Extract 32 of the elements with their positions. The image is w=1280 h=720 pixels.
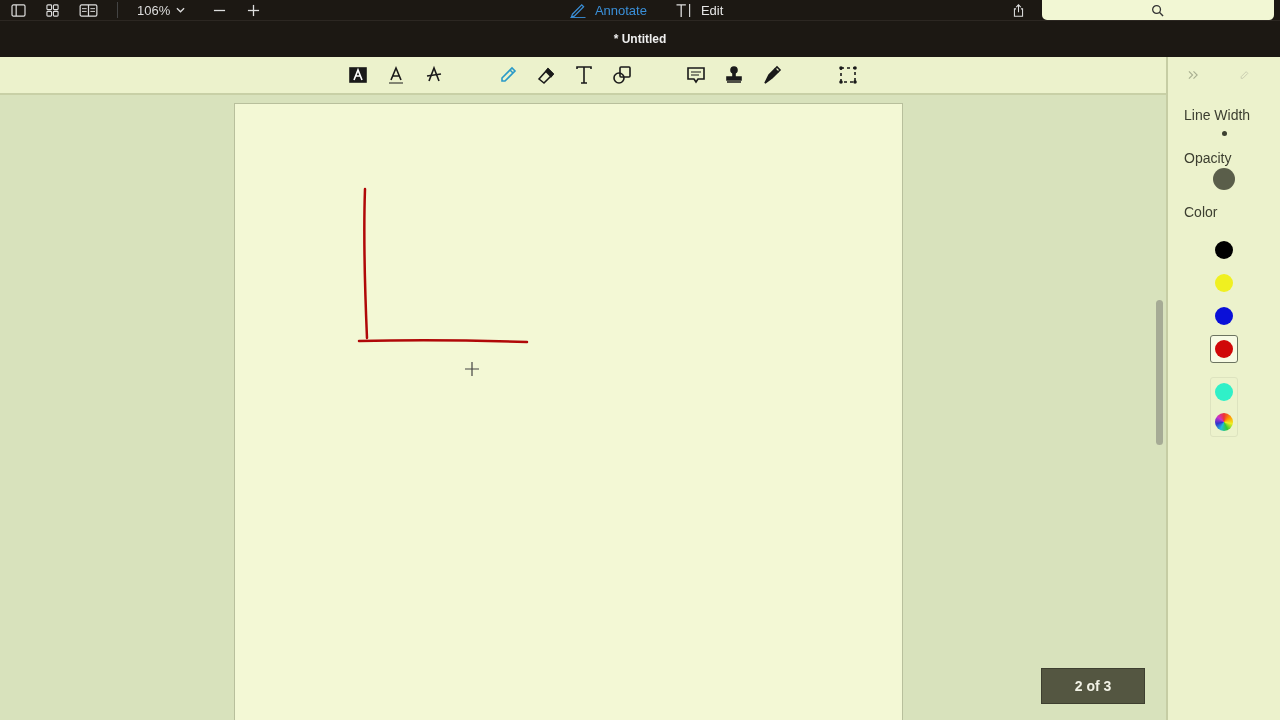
share-icon[interactable] bbox=[1011, 3, 1026, 17]
grid-icon[interactable] bbox=[45, 3, 60, 17]
pen-tool[interactable] bbox=[761, 64, 783, 86]
text-tool[interactable] bbox=[573, 64, 595, 86]
line-width-label: Line Width bbox=[1184, 107, 1252, 123]
note-tool[interactable] bbox=[685, 64, 707, 86]
color-swatch[interactable] bbox=[1210, 335, 1238, 363]
highlight-tool[interactable] bbox=[347, 64, 369, 86]
line-width-dot[interactable] bbox=[1221, 131, 1227, 136]
sidebar-icon[interactable] bbox=[11, 3, 26, 17]
book-icon[interactable] bbox=[79, 3, 98, 17]
search-field[interactable] bbox=[1042, 0, 1274, 20]
search-icon bbox=[1151, 3, 1165, 17]
color-dot[interactable] bbox=[1215, 383, 1233, 401]
pen-icon bbox=[568, 2, 587, 18]
select-tool[interactable] bbox=[837, 64, 859, 86]
zoom-dropdown[interactable]: 106% bbox=[137, 2, 186, 18]
stamp-tool[interactable] bbox=[723, 64, 745, 86]
chevron-icon bbox=[176, 7, 186, 13]
mode-tab[interactable]: Edit bbox=[670, 2, 728, 18]
opacity-dot[interactable] bbox=[1213, 168, 1235, 190]
mode-tab[interactable]: Annotate bbox=[564, 2, 651, 18]
window-title: * Untitled bbox=[613, 32, 667, 46]
scrollbar[interactable] bbox=[1156, 300, 1163, 445]
crosshair-cursor-icon bbox=[464, 361, 480, 377]
shapes-tool[interactable] bbox=[611, 64, 633, 86]
zoom-in-icon[interactable] bbox=[246, 3, 262, 17]
page-indicator: 2 of 3 bbox=[1041, 668, 1145, 704]
text-cursor-icon bbox=[674, 2, 693, 18]
color-wheel-icon[interactable] bbox=[1215, 413, 1233, 431]
opacity-label: Opacity bbox=[1184, 150, 1233, 166]
color-label: Color bbox=[1184, 204, 1219, 220]
